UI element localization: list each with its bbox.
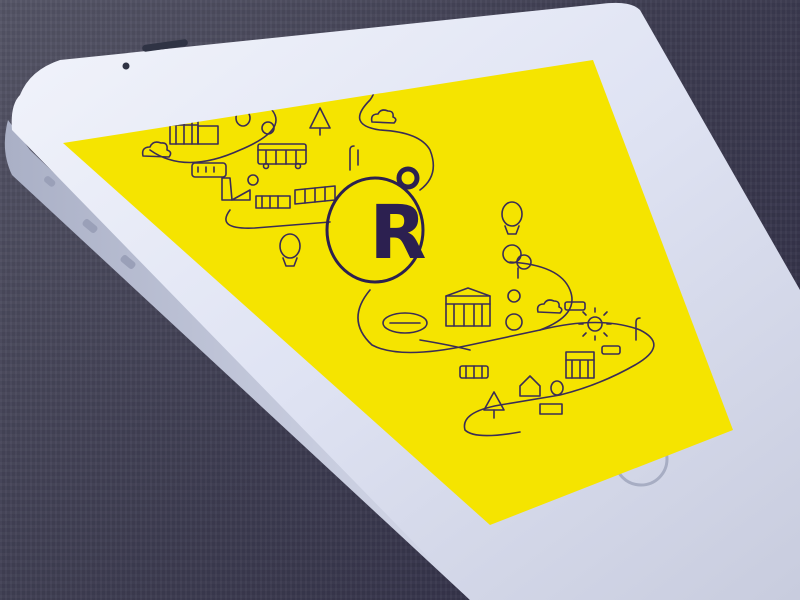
phone-illustration: R [4, 2, 800, 600]
logo-letter: R [370, 190, 427, 276]
front-camera [122, 62, 130, 70]
scene: R [0, 0, 800, 600]
